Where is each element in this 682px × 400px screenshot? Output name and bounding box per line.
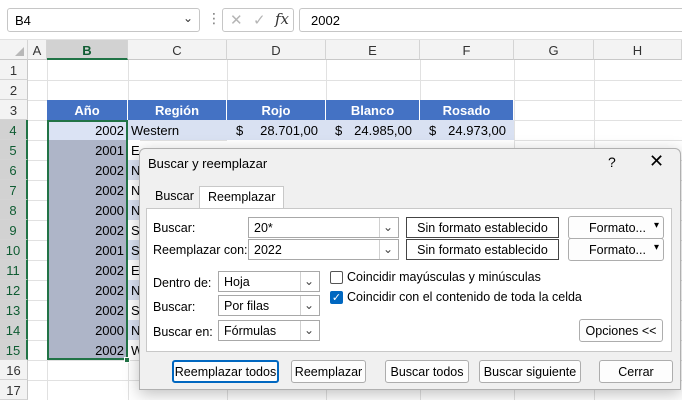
chevron-down-icon[interactable]: ⌄ [183,11,193,25]
row-header-16[interactable]: 16 [0,360,28,380]
name-box-value: B4 [15,13,31,28]
selection-border [47,120,128,360]
close-icon[interactable]: ✕ [649,151,664,172]
row-header-9[interactable]: 9 [0,220,28,240]
replace-label: Reemplazar con: [153,243,248,257]
row-header-14[interactable]: 14 [0,320,28,340]
row-header-5[interactable]: 5 [0,140,28,160]
cell-value: 24.973,00 [448,123,506,138]
help-icon[interactable]: ? [608,154,616,170]
match-entire-checkbox[interactable]: ✓ [330,291,343,304]
fill-handle[interactable] [124,357,130,363]
row-header-15[interactable]: 15 [0,340,28,360]
cell-e4[interactable]: $ 24.985,00 [326,120,420,140]
find-input[interactable]: 20* ⌄ [248,217,399,238]
lookin-value: Fórmulas [224,324,277,338]
dropdown-arrow-icon: ▾ [653,220,659,231]
row-header-13[interactable]: 13 [0,300,28,320]
close-button[interactable]: Cerrar [599,360,673,383]
column-header-f[interactable]: F [420,40,514,60]
chevron-down-icon[interactable]: ⌄ [379,240,396,259]
match-case-label: Coincidir mayúsculas y minúsculas [347,270,541,284]
find-format-button[interactable]: Formato... ▾ [568,216,664,239]
within-select[interactable]: Hoja ⌄ [218,271,320,292]
match-entire-label: Coincidir con el contenido de toda la ce… [347,290,582,304]
row-header-8[interactable]: 8 [0,200,28,220]
search-order-value: Por filas [224,299,270,313]
table-header-blanco[interactable]: Blanco [326,100,420,120]
dialog-title: Buscar y reemplazar [148,156,268,171]
column-header-e[interactable]: E [326,40,420,60]
cell-c4[interactable]: Western [128,120,227,140]
format-button-label: Formato... [589,243,646,257]
find-value: 20* [254,221,273,235]
replace-button[interactable]: Reemplazar [291,360,366,383]
find-next-button[interactable]: Buscar siguiente [479,360,581,383]
column-header-g[interactable]: G [514,40,594,60]
currency-symbol: $ [335,123,343,138]
within-value: Hoja [224,275,250,289]
format-button-label: Formato... [589,221,646,235]
currency-symbol: $ [236,123,244,138]
row-header-1[interactable]: 1 [0,60,28,80]
insert-function-icon[interactable]: fx [275,10,289,28]
find-all-button[interactable]: Buscar todos [385,360,469,383]
search-order-label: Buscar: [153,300,196,314]
cell-value: 28.701,00 [260,123,318,138]
chevron-down-icon[interactable]: ⌄ [300,321,317,340]
row-header-10[interactable]: 10 [0,240,28,260]
chevron-down-icon[interactable]: ⌄ [300,272,317,291]
name-box[interactable]: B4 ⌄ [7,8,200,32]
replace-format-button[interactable]: Formato... ▾ [568,238,664,261]
chevron-down-icon[interactable]: ⌄ [300,296,317,315]
column-header-d[interactable]: D [227,40,326,60]
cell-d4[interactable]: $ 28.701,00 [227,120,326,140]
enter-icon[interactable]: ✓ [253,11,266,29]
replace-value: 2022 [254,243,282,257]
lookin-label: Buscar en: [153,325,213,339]
replace-input[interactable]: 2022 ⌄ [248,239,399,260]
row-header-11[interactable]: 11 [0,260,28,280]
tab-buscar[interactable]: Buscar [147,186,202,208]
replace-all-button[interactable]: Reemplazar todos [172,360,279,383]
find-label: Buscar: [153,221,196,235]
within-label: Dentro de: [153,276,212,290]
more-options-icon[interactable]: ⋮ [207,10,221,27]
row-header-7[interactable]: 7 [0,180,28,200]
formula-bar: B4 ⌄ ⋮ ✕ ✓ fx 2002 [0,0,682,40]
find-format-preview: Sin formato establecido [406,217,559,238]
cell-value: 24.985,00 [354,123,412,138]
chevron-down-icon[interactable]: ⌄ [379,218,396,237]
table-header-rojo[interactable]: Rojo [227,100,326,120]
table-header-region[interactable]: Región [128,100,227,120]
lookin-select[interactable]: Fórmulas ⌄ [218,320,320,341]
currency-symbol: $ [429,123,437,138]
row-header-2[interactable]: 2 [0,80,28,100]
formula-buttons: ✕ ✓ fx [222,8,294,32]
gridline [28,80,682,81]
select-all-corner[interactable] [0,40,28,60]
tab-reemplazar[interactable]: Reemplazar [199,186,285,208]
row-header-6[interactable]: 6 [0,160,28,180]
row-header-17[interactable]: 17 [0,380,28,400]
dropdown-arrow-icon: ▾ [653,242,659,253]
options-button[interactable]: Opciones << [579,319,663,342]
table-header-rosado[interactable]: Rosado [420,100,514,120]
column-header-a[interactable]: A [28,40,47,60]
find-replace-dialog: Buscar y reemplazar ? ✕ Buscar Reemplaza… [139,148,681,390]
column-header-c[interactable]: C [128,40,227,60]
replace-format-preview: Sin formato establecido [406,239,559,260]
row-header-3[interactable]: 3 [0,100,28,120]
cell-f4[interactable]: $ 24.973,00 [420,120,514,140]
row-header-4[interactable]: 4 [0,120,28,140]
column-header-h[interactable]: H [594,40,682,60]
formula-input[interactable]: 2002 [299,8,682,32]
match-case-checkbox[interactable] [330,271,343,284]
column-header-b[interactable]: B [47,40,128,60]
search-order-select[interactable]: Por filas ⌄ [218,295,320,316]
cancel-icon[interactable]: ✕ [230,11,243,29]
table-header-year[interactable]: Año [47,100,128,120]
row-header-12[interactable]: 12 [0,280,28,300]
